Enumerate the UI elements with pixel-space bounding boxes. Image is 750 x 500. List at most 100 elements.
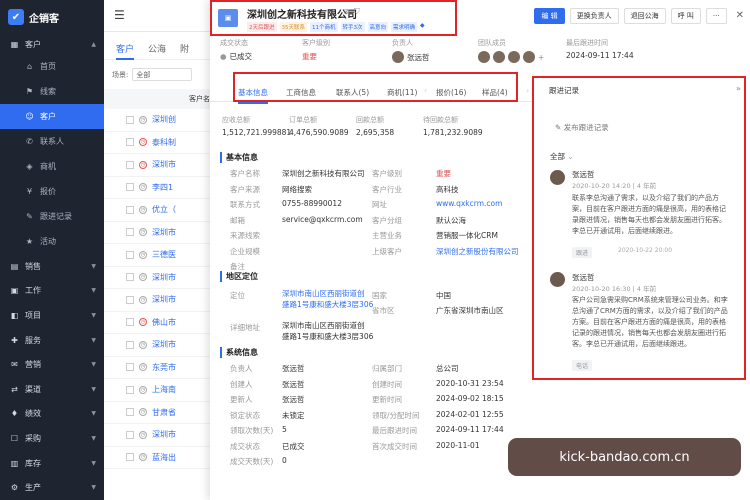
customer-tag: 需求明确 xyxy=(391,22,418,32)
table-row[interactable]: ◷ 上海南 xyxy=(104,379,214,402)
row-checkbox[interactable] xyxy=(126,183,134,192)
chevron-right-icon[interactable]: › xyxy=(526,86,529,95)
row-checkbox[interactable] xyxy=(126,385,134,394)
table-row[interactable]: ◷ 泰科制 xyxy=(104,132,214,154)
expand-icon[interactable]: » xyxy=(736,84,741,93)
row-checkbox[interactable] xyxy=(126,138,134,147)
scene-select[interactable]: 全部 xyxy=(132,68,193,81)
row-checkbox[interactable] xyxy=(126,250,134,259)
post-follow-button[interactable]: ✎ 发布跟进记录 xyxy=(555,122,609,133)
table-row[interactable]: ◷ 蓝海出 xyxy=(104,447,214,469)
sidebar-item-label: 活动 xyxy=(40,237,56,246)
table-row[interactable]: ◷ 李四1 xyxy=(104,177,214,199)
sidebar-section-purchase[interactable]: ☐ 采购 ▼ xyxy=(0,426,104,451)
row-checkbox[interactable] xyxy=(126,228,134,237)
sidebar-section-project[interactable]: ◧ 项目 ▼ xyxy=(0,303,104,328)
tab-nearby[interactable]: 附 xyxy=(180,42,189,59)
table-row[interactable]: ◷ 甘肃省 xyxy=(104,402,214,424)
sidebar-section-label: 库存 xyxy=(25,458,41,468)
row-checkbox[interactable] xyxy=(126,363,134,372)
row-checkbox[interactable] xyxy=(126,295,134,304)
row-checkbox[interactable] xyxy=(126,273,134,282)
table-row[interactable]: ◷ 佛山市 xyxy=(104,312,214,334)
sidebar-item-followup[interactable]: ✎ 跟进记录 xyxy=(0,204,104,229)
tag-icon[interactable]: ◆ xyxy=(420,22,425,32)
row-checkbox[interactable] xyxy=(126,115,134,124)
table-row[interactable]: ◷ 深圳创 xyxy=(104,109,214,132)
opportunity-icon: ◈ xyxy=(26,162,33,171)
field-value: 张远哲 xyxy=(282,379,305,389)
sidebar-item-customer[interactable]: ☺ 客户 xyxy=(0,104,104,129)
customer-name-link[interactable]: 深圳市 xyxy=(152,429,176,440)
row-checkbox[interactable] xyxy=(126,160,134,169)
sidebar-section-inventory[interactable]: ▥ 库存 ▼ xyxy=(0,451,104,476)
finance-stats: 应收总额 1,512,721.999881 订单总额 4,476,590.9089 回款… xyxy=(222,115,490,137)
sidebar-section-customer[interactable]: ▦ 客户 ▲ xyxy=(0,34,104,54)
table-row[interactable]: ◷ 深圳市 xyxy=(104,334,214,357)
customer-name-link[interactable]: 泰科制 xyxy=(152,137,176,148)
field-label: 客户分组 xyxy=(372,215,402,225)
sidebar-item-home[interactable]: ⌂ 首页 xyxy=(0,54,104,79)
table-row[interactable]: ◷ 深圳市 xyxy=(104,424,214,447)
customer-name-link[interactable]: 佛山市 xyxy=(152,317,176,328)
sidebar-item-quote[interactable]: ¥ 报价 xyxy=(0,179,104,204)
field-value[interactable]: www.qxkcrm.com xyxy=(436,199,502,208)
sidebar-item-opportunity[interactable]: ◈ 商机 xyxy=(0,154,104,179)
edit-button[interactable]: 编 辑 xyxy=(534,8,565,24)
customer-name-link[interactable]: 上海南 xyxy=(152,384,176,395)
close-icon[interactable]: ✕ xyxy=(736,8,744,24)
more-button[interactable]: ··· xyxy=(705,8,727,24)
sidebar-section-sales[interactable]: ▤ 销售 ▼ xyxy=(0,254,104,279)
menu-toggle-icon[interactable]: ☰ xyxy=(114,8,125,22)
sidebar-section-marketing[interactable]: ✉ 营销 ▼ xyxy=(0,352,104,377)
owner-label: 负责人 xyxy=(392,39,413,47)
app-logo[interactable]: ✔ 企销客 xyxy=(0,0,104,34)
table-row[interactable]: ◷ 深圳市 xyxy=(104,222,214,244)
sidebar-item-contact[interactable]: ✆ 联系人 xyxy=(0,129,104,154)
row-checkbox[interactable] xyxy=(126,340,134,349)
sidebar-item-event[interactable]: ★ 活动 xyxy=(0,229,104,254)
tab-customers[interactable]: 客户 xyxy=(116,42,135,60)
table-row[interactable]: ◷ 东莞市 xyxy=(104,357,214,379)
location-value-line1[interactable]: 深圳市南山区西丽街道创 xyxy=(282,288,373,299)
customer-name-link[interactable]: 深圳市 xyxy=(152,339,176,350)
customer-name-link[interactable]: 深圳市 xyxy=(152,294,176,305)
sidebar-section-production[interactable]: ⚙ 生产 ▼ xyxy=(0,475,104,500)
customer-name-link[interactable]: 甘肃省 xyxy=(152,407,176,418)
table-row[interactable]: ◷ 深圳市 xyxy=(104,289,214,312)
customer-name-link[interactable]: 优立（ xyxy=(152,204,176,215)
sidebar-item-lead[interactable]: ⚑ 线索 xyxy=(0,79,104,104)
row-checkbox[interactable] xyxy=(126,453,134,462)
sidebar-section-label: 营销 xyxy=(25,360,41,370)
change-owner-button[interactable]: 更换负责人 xyxy=(569,8,619,24)
rank-badge-icon: ◷ xyxy=(139,385,147,394)
customer-name-link[interactable]: 三德医 xyxy=(152,249,176,260)
row-checkbox[interactable] xyxy=(126,408,134,417)
add-member-icon[interactable]: + xyxy=(538,53,544,62)
table-row[interactable]: ◷ 深圳市 xyxy=(104,154,214,177)
customer-name-link[interactable]: 蓝海出 xyxy=(152,452,176,463)
sidebar-section-work[interactable]: ▣ 工作 ▼ xyxy=(0,279,104,304)
field-value[interactable]: 深圳创之新股份有限公司 xyxy=(436,247,519,256)
customer-name-link[interactable]: 深圳市 xyxy=(152,159,176,170)
row-checkbox[interactable] xyxy=(126,205,134,214)
tab-public-pool[interactable]: 公海 xyxy=(148,42,166,59)
location-value-line2[interactable]: 盛路1号康和盛大楼3层306 xyxy=(282,299,373,310)
row-checkbox[interactable] xyxy=(126,430,134,439)
call-button[interactable]: 呼 叫 xyxy=(670,8,701,24)
sidebar-section-channel[interactable]: ⇄ 渠道 ▼ xyxy=(0,377,104,402)
sidebar-section-performance[interactable]: ♦ 绩效 ▼ xyxy=(0,402,104,427)
table-row[interactable]: ◷ 深圳市 xyxy=(104,267,214,289)
sidebar-section-service[interactable]: ✚ 服务 ▼ xyxy=(0,328,104,353)
customer-name-link[interactable]: 东莞市 xyxy=(152,362,176,373)
return-pool-button[interactable]: 退回公海 xyxy=(623,8,666,24)
table-row[interactable]: ◷ 三德医 xyxy=(104,244,214,267)
rank-badge-icon: ◷ xyxy=(139,340,147,349)
customer-name-link[interactable]: 李四1 xyxy=(152,182,173,193)
follow-filter[interactable]: 全部 ⌄ xyxy=(550,151,574,162)
customer-name-link[interactable]: 深圳市 xyxy=(152,272,176,283)
row-checkbox[interactable] xyxy=(126,318,134,327)
customer-name-link[interactable]: 深圳市 xyxy=(152,227,176,238)
table-row[interactable]: ◷ 优立（ xyxy=(104,199,214,222)
customer-name-link[interactable]: 深圳创 xyxy=(152,114,176,125)
